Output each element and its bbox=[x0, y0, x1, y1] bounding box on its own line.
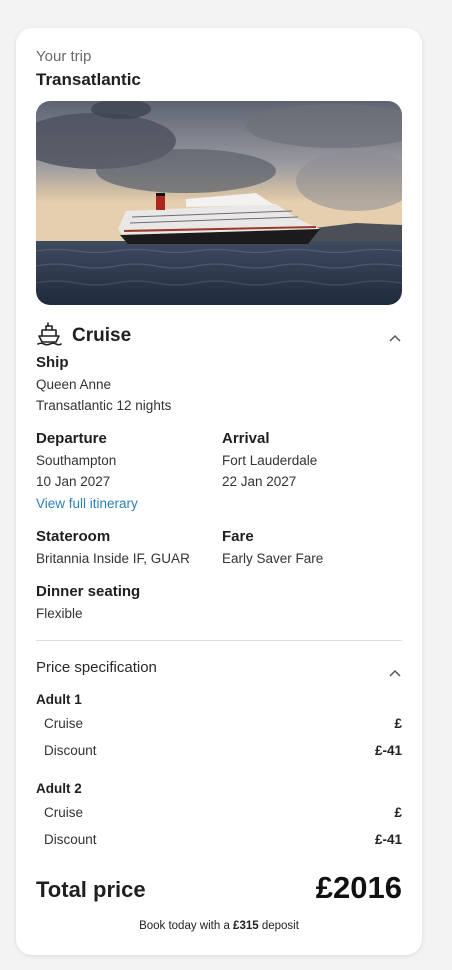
departure-date: 10 Jan 2027 bbox=[36, 474, 111, 489]
stateroom-value: Britannia Inside IF, GUAR bbox=[36, 551, 190, 566]
price-line-value: £ bbox=[394, 805, 402, 820]
dinner-seating-label: Dinner seating bbox=[36, 583, 141, 600]
passenger-name: Adult 1 bbox=[36, 692, 82, 707]
dinner-seating-value: Flexible bbox=[36, 606, 83, 621]
deposit-amount: £315 bbox=[233, 920, 259, 932]
price-line-label: Cruise bbox=[44, 716, 84, 731]
ship-label: Ship bbox=[36, 354, 69, 371]
arrival-date: 22 Jan 2027 bbox=[222, 474, 297, 489]
deposit-suffix: deposit bbox=[261, 920, 299, 932]
chevron-up-icon[interactable] bbox=[389, 664, 401, 682]
chevron-up-icon[interactable] bbox=[389, 329, 401, 347]
price-spec-header[interactable]: Price specification bbox=[36, 659, 157, 676]
price-line-label: Discount bbox=[44, 832, 97, 847]
ship-name: Queen Anne bbox=[36, 377, 112, 392]
deposit-prefix: Book today with a bbox=[139, 920, 230, 932]
departure-label: Departure bbox=[36, 430, 107, 447]
ship-photo bbox=[36, 101, 402, 305]
price-line-label: Cruise bbox=[44, 805, 84, 820]
cruise-section-title: Cruise bbox=[72, 324, 132, 346]
fare-label: Fare bbox=[222, 528, 254, 545]
trip-overline: Your trip bbox=[36, 48, 92, 65]
price-line-value: £-41 bbox=[374, 743, 402, 758]
view-itinerary-link[interactable]: View full itinerary bbox=[36, 496, 138, 511]
trip-summary-card: Your trip Transatlantic Cruise Ship Quee… bbox=[16, 28, 422, 955]
section-divider bbox=[36, 640, 402, 641]
arrival-label: Arrival bbox=[222, 430, 270, 447]
total-price-label: Total price bbox=[36, 877, 146, 902]
ship-icon bbox=[36, 320, 62, 351]
price-line-value: £ bbox=[394, 716, 402, 731]
price-line-value: £-41 bbox=[374, 832, 402, 847]
arrival-port: Fort Lauderdale bbox=[222, 453, 318, 468]
price-line-label: Discount bbox=[44, 743, 97, 758]
departure-port: Southampton bbox=[36, 453, 117, 468]
stateroom-label: Stateroom bbox=[36, 528, 111, 545]
passenger-name: Adult 2 bbox=[36, 781, 82, 796]
total-price-value: £2016 bbox=[315, 870, 402, 905]
fare-value: Early Saver Fare bbox=[222, 551, 324, 566]
ship-voyage: Transatlantic 12 nights bbox=[36, 398, 172, 413]
cruise-section-header[interactable]: Cruise bbox=[36, 320, 131, 351]
deposit-note: Book today with a £315 deposit bbox=[16, 920, 422, 932]
trip-title: Transatlantic bbox=[36, 70, 141, 89]
